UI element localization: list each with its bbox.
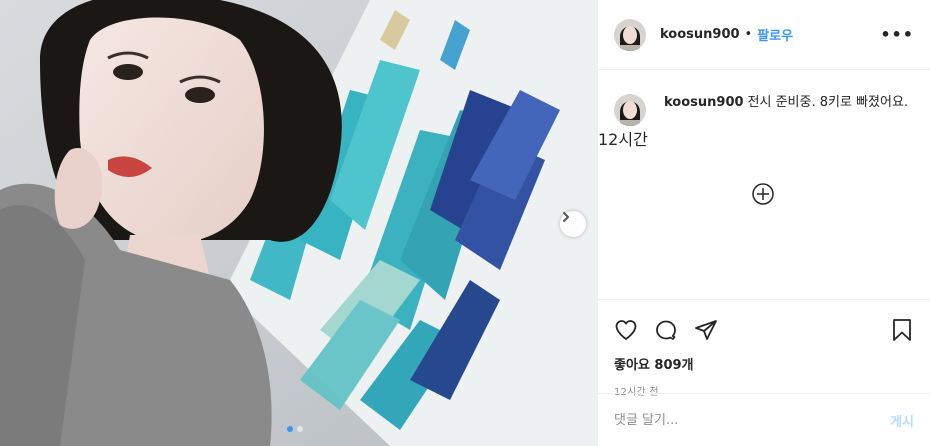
caption-text: 전시 준비중. 8키로 빠졌어요. [747, 95, 909, 110]
avatar-image [614, 94, 646, 126]
header-separator: • [744, 27, 753, 42]
post-username[interactable]: koosun900 [660, 27, 740, 42]
comment-area: koosun900 전시 준비중. 8키로 빠졌어요. 12시간 [598, 70, 930, 299]
carousel-dot-active [287, 426, 293, 432]
likes-count[interactable]: 좋아요 809개 [598, 348, 930, 373]
caption-username[interactable]: koosun900 [664, 95, 744, 110]
heart-icon[interactable] [614, 318, 638, 342]
caption-body: koosun900 전시 준비중. 8키로 빠졌어요. [664, 94, 909, 126]
carousel-dot [297, 426, 303, 432]
post-actions: 좋아요 809개 12시간 전 [598, 299, 930, 398]
comment-icon[interactable] [654, 318, 678, 342]
caption-time: 12시간 [598, 130, 648, 149]
follow-button[interactable]: 팔로우 [757, 25, 793, 44]
avatar-image [614, 18, 646, 51]
likes-label: 좋아요 [614, 358, 650, 373]
plus-circle-icon [752, 183, 774, 205]
post-header: koosun900 • 팔로우 ••• [598, 0, 930, 70]
action-icons [598, 300, 930, 348]
photo-illustration [0, 0, 597, 446]
bookmark-icon[interactable] [890, 318, 914, 342]
share-icon[interactable] [694, 318, 718, 342]
chevron-right-icon [563, 212, 569, 222]
load-more-comments-button[interactable] [752, 183, 774, 205]
caption-avatar[interactable] [614, 94, 646, 126]
post-comment-button[interactable]: 게시 [890, 411, 914, 430]
caption-comment: koosun900 전시 준비중. 8키로 빠졌어요. [598, 70, 930, 126]
post-sidebar: koosun900 • 팔로우 ••• koosun900 전시 준비중. 8키로… [597, 0, 930, 446]
more-options-icon[interactable]: ••• [880, 25, 914, 44]
likes-number: 809개 [654, 358, 694, 373]
post-photo[interactable] [0, 0, 597, 446]
add-comment-bar: 게시 [598, 393, 930, 446]
avatar[interactable] [614, 18, 646, 51]
comment-input[interactable] [614, 412, 891, 428]
next-slide-button[interactable] [560, 211, 586, 237]
carousel-indicator [287, 426, 303, 432]
